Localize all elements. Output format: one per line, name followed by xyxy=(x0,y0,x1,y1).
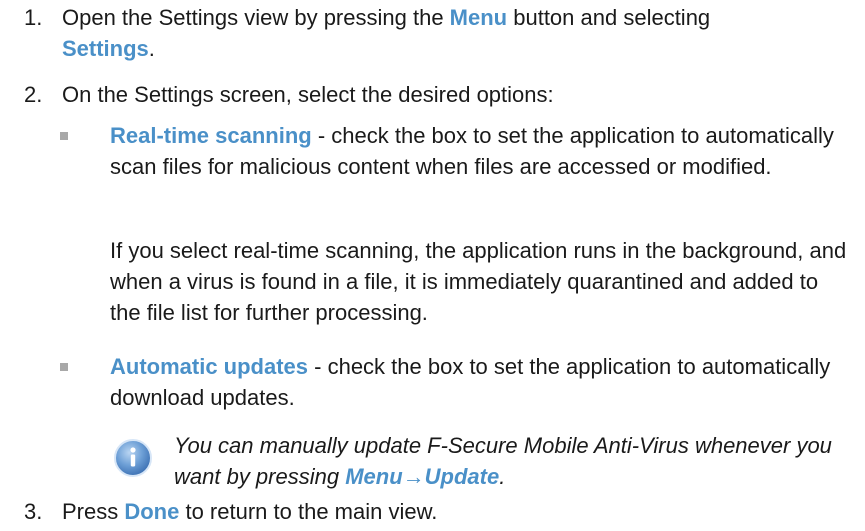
bullet-square xyxy=(60,132,68,140)
menu-reference: Menu xyxy=(449,5,508,30)
arrow-icon: → xyxy=(402,464,425,489)
step-text: On the Settings screen, select the desir… xyxy=(62,82,554,107)
step-number: 2. xyxy=(24,82,43,107)
real-time-scanning-note: If you select real-time scanning, the ap… xyxy=(110,238,847,325)
settings-reference: Settings xyxy=(62,36,149,61)
option-label: Automatic updates xyxy=(110,354,309,379)
done-reference: Done xyxy=(124,499,180,524)
menu-reference: Menu xyxy=(345,464,403,489)
step-number: 3. xyxy=(24,499,43,524)
bullet-square xyxy=(60,363,68,371)
option-text: Automatic updates - check the box to set… xyxy=(110,351,850,413)
step-text: Press Done to return to the main view. xyxy=(62,499,438,524)
step-text: Open the Settings view by pressing the M… xyxy=(62,5,711,61)
update-reference: Update xyxy=(424,464,500,489)
option-label: Real-time scanning xyxy=(110,123,312,148)
step-number: 1. xyxy=(24,5,43,30)
info-icon xyxy=(110,435,156,481)
note-text: You can manually update F-Secure Mobile … xyxy=(174,433,832,489)
option-text: Real-time scanning - check the box to se… xyxy=(110,120,850,182)
